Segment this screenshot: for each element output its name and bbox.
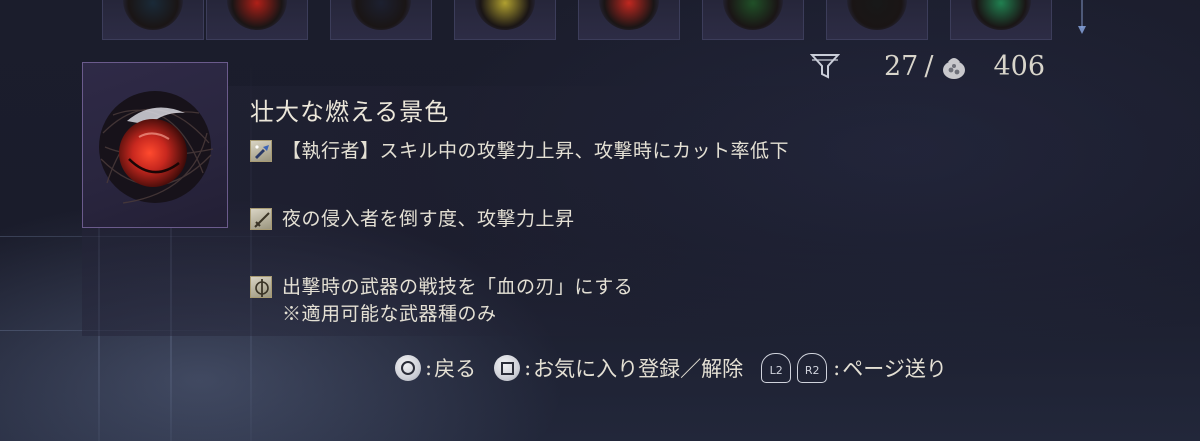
relic-slot[interactable] xyxy=(950,0,1052,40)
relic-effect-1: 【執行者】スキル中の攻撃力上昇、攻撃時にカット率低下 xyxy=(250,138,789,165)
hint-separator: : xyxy=(833,356,841,380)
scroll-down-indicator[interactable] xyxy=(1078,0,1086,38)
executor-skill-icon xyxy=(250,140,272,162)
button-hints: : 戻る : お気に入り登録／解除 L2 R2 : ページ送り xyxy=(395,350,947,386)
relic-portrait xyxy=(82,62,228,228)
relic-list-strip xyxy=(82,0,1060,40)
relic-slot[interactable] xyxy=(102,0,204,40)
favorite-label: お気に入り登録／解除 xyxy=(533,357,744,381)
relic-effect-3: 出撃時の武器の戦技を「血の刃」にする ※適用可能な武器種のみ xyxy=(250,274,633,328)
back-hint[interactable]: : 戻る xyxy=(395,353,476,383)
square-button-icon xyxy=(494,355,521,381)
hint-separator: : xyxy=(425,356,433,380)
relic-effect-2: 夜の侵入者を倒す度、攻撃力上昇 xyxy=(250,206,575,233)
r2-button-icon: R2 xyxy=(797,353,828,383)
relic-slot[interactable] xyxy=(330,0,432,40)
relic-effect-text: 出撃時の武器の戦技を「血の刃」にする xyxy=(282,276,634,298)
relic-slot[interactable] xyxy=(578,0,680,40)
relic-effect-text: 【執行者】スキル中の攻撃力上昇、攻撃時にカット率低下 xyxy=(282,140,790,162)
sword-icon xyxy=(250,208,272,230)
l2-button-icon: L2 xyxy=(761,353,792,383)
relic-slot[interactable] xyxy=(454,0,556,40)
relic-slot[interactable] xyxy=(702,0,804,40)
circle-button-icon xyxy=(395,355,421,381)
back-label: 戻る xyxy=(434,357,477,381)
page-label: ページ送り xyxy=(842,357,947,381)
relic-effect-text: 夜の侵入者を倒す度、攻撃力上昇 xyxy=(282,208,575,230)
relic-slot[interactable] xyxy=(206,0,308,40)
relic-slot[interactable] xyxy=(826,0,928,40)
page-hint[interactable]: L2 R2 : ページ送り xyxy=(761,353,947,383)
weapon-skill-icon xyxy=(250,276,272,298)
relic-detail-panel: 壮大な燃える景色 【執行者】スキル中の攻撃力上昇、攻撃時にカット率低下 夜の侵入… xyxy=(82,62,952,342)
relic-image-icon xyxy=(99,91,214,204)
relic-effect-note: ※適用可能な武器種のみ xyxy=(282,303,497,325)
relic-name: 壮大な燃える景色 xyxy=(250,98,450,126)
relic-count-total: 406 xyxy=(993,50,1046,82)
hint-separator: : xyxy=(524,356,532,380)
favorite-hint[interactable]: : お気に入り登録／解除 xyxy=(494,353,743,383)
